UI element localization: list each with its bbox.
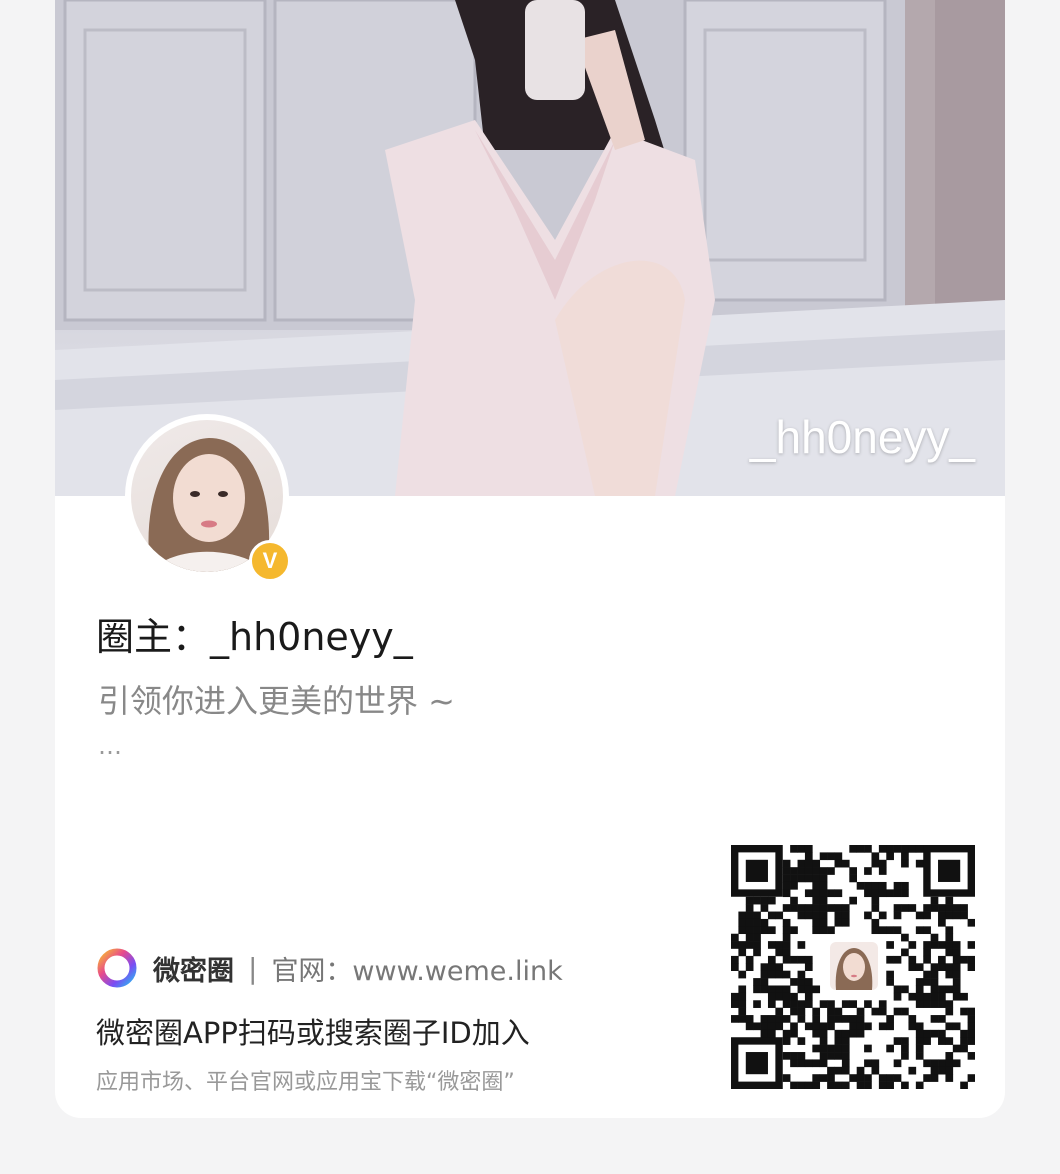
qr-finder-pattern [745, 859, 768, 882]
cover-username: _hh0neyy_ [749, 411, 975, 463]
download-hint: 应用市场、平台官网或应用宝下载“微密圈” [96, 1070, 515, 1095]
brand-separator: | [248, 951, 258, 985]
circle-owner-label: 圈主：_hh0neyy_ [96, 615, 413, 659]
brand-row: 微密圈 | 官网：www.weme.link [95, 946, 563, 990]
qr-center-avatar [830, 942, 878, 990]
qr-code[interactable] [731, 845, 976, 1090]
qr-finder-pattern [745, 1052, 768, 1075]
join-instruction: 微密圈APP扫码或搜索圈子ID加入 [96, 1016, 530, 1050]
circle-share-card: _hh0neyy_ V 圈主：_hh0neyy_ 引领你进入更美的世界 ~ … [55, 0, 1005, 1118]
qr-finder-pattern [938, 859, 961, 882]
more-ellipsis[interactable]: … [98, 732, 124, 760]
circle-description: 引领你进入更美的世界 ~ [98, 682, 455, 720]
official-site-link[interactable]: 官网：www.weme.link [271, 949, 562, 988]
verified-badge-icon: V [249, 540, 291, 582]
weme-logo-icon [97, 948, 137, 988]
brand-name: 微密圈 [153, 955, 234, 987]
